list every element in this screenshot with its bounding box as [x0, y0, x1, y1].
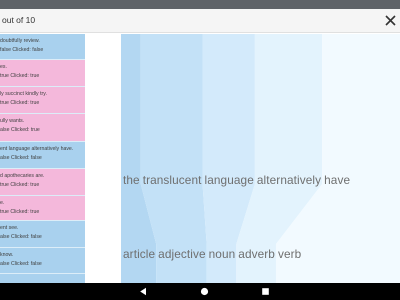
sentence-list-item[interactable]: ent language alternatively have. alse Cli…: [0, 142, 85, 168]
sentence-list-item-text: ent see.: [0, 225, 19, 231]
pos-label[interactable]: adverb: [238, 247, 275, 261]
sentence-word[interactable]: alternatively: [257, 173, 321, 187]
sentence-list-item[interactable]: ly succinct kindly try. true Clicked: tru…: [0, 87, 85, 113]
sentence-list-item-text: d apothecaries are.: [0, 173, 45, 179]
sentence-list[interactable]: doubtfully review. false Clicked: false es…: [0, 34, 85, 283]
sentence-list-item-text: know.: [0, 252, 14, 258]
sentence-list-item-status: true Clicked: true: [0, 100, 40, 106]
sentence-list-item[interactable]: es. true Clicked: true: [0, 60, 85, 86]
sentence-list-item[interactable]: false Clicked: false: [0, 274, 85, 283]
recents-square-icon[interactable]: [261, 287, 270, 296]
home-circle-icon[interactable]: [200, 287, 209, 296]
sentence-word[interactable]: have: [324, 173, 350, 187]
sentence-list-item[interactable]: ully wants. alse Clicked: true: [0, 114, 85, 141]
sentence-list-item-status: true Clicked: true: [0, 73, 40, 79]
sentence-list-item[interactable]: ent see. alse Clicked: false: [0, 221, 85, 247]
sentence-list-item-status: alse Clicked: true: [0, 127, 40, 133]
sentence-word[interactable]: translucent: [143, 173, 202, 187]
close-icon[interactable]: [385, 15, 396, 26]
sentence-row: the translucent language alternatively have: [123, 173, 353, 187]
sentence-list-item[interactable]: doubtfully review. false Clicked: false: [0, 34, 85, 59]
sentence-list-item-status: alse Clicked: false: [0, 155, 42, 161]
sentence-list-item-status: true Clicked: true: [0, 209, 40, 215]
sentence-list-item-text: e.: [0, 200, 5, 206]
pos-label[interactable]: noun: [209, 247, 236, 261]
sentence-list-item[interactable]: d apothecaries are. true Clicked: true: [0, 169, 85, 195]
page-title: out of 10: [2, 15, 36, 25]
pos-label[interactable]: verb: [278, 247, 301, 261]
sentence-list-item-text: doubtfully review.: [0, 38, 40, 44]
sentence-list-item-text: ly succinct kindly try.: [0, 91, 47, 97]
status-bar: [0, 0, 400, 9]
sentence-word[interactable]: the: [123, 173, 140, 187]
pos-label[interactable]: article: [123, 247, 155, 261]
sentence-list-item[interactable]: e. true Clicked: true: [0, 196, 85, 220]
sentence-list-item-status: false Clicked: false: [0, 47, 44, 53]
sentence-list-item[interactable]: know. alse Clicked: false: [0, 248, 85, 273]
pos-label-row: article adjective noun adverb verb: [123, 247, 304, 261]
sentence-list-item-text: ent language alternatively have.: [0, 146, 74, 152]
sentence-word[interactable]: language: [205, 173, 254, 187]
sentence-list-item-status: true Clicked: true: [0, 182, 40, 188]
sentence-list-item-text: ully wants.: [0, 118, 25, 124]
android-nav-bar: [0, 283, 400, 300]
pos-label[interactable]: adjective: [158, 247, 205, 261]
alignment-bands: [121, 34, 400, 283]
pos-canvas: the translucent language alternatively have …: [85, 34, 400, 283]
sentence-list-item-status: alse Clicked: false: [0, 261, 42, 267]
back-triangle-icon[interactable]: [139, 287, 148, 296]
sentence-list-item-status: alse Clicked: false: [0, 234, 42, 240]
title-bar: out of 10: [0, 9, 400, 33]
sentence-list-item-text: es.: [0, 64, 7, 70]
